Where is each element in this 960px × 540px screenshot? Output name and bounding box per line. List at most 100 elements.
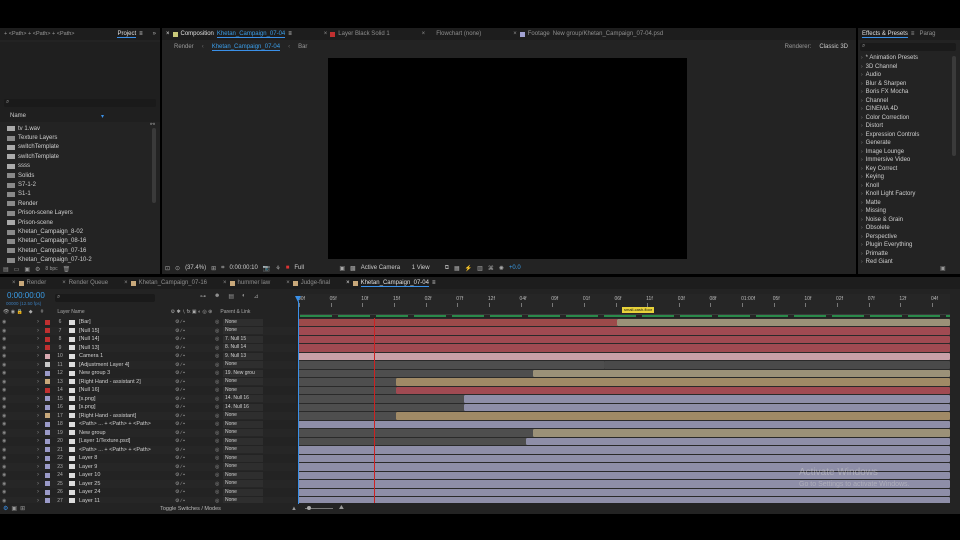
exposure-value[interactable]: +0.0 xyxy=(509,265,521,271)
layer-switches[interactable]: ⚙ ∕ ▪ xyxy=(175,447,215,453)
layer-name[interactable]: Layer 25 xyxy=(79,481,167,487)
tab-paragraph[interactable]: Parag xyxy=(919,31,935,37)
effect-category[interactable]: › Noise & Grain xyxy=(858,216,950,225)
project-column-header[interactable]: Name ▾ xyxy=(4,112,104,120)
timeline-tab[interactable]: × Khetan_Campaign_07-04 ≡ xyxy=(346,280,436,287)
layer-duration-bar[interactable] xyxy=(298,446,950,454)
camera-select[interactable]: Active Camera xyxy=(361,265,407,271)
layer-duration-bar[interactable] xyxy=(395,412,950,420)
effect-category[interactable]: › Distort xyxy=(858,122,950,131)
layer-name[interactable]: [Right Hand - assistant 2] xyxy=(79,379,167,385)
visibility-eye-icon[interactable]: ◉ xyxy=(2,353,10,359)
label-color-swatch[interactable] xyxy=(45,464,50,470)
mask-icon[interactable]: ⊙ xyxy=(175,265,180,272)
visibility-eye-icon[interactable]: ◉ xyxy=(2,455,10,461)
layer-switches[interactable]: ⚙ ∕ ▪ xyxy=(175,489,215,495)
visibility-eye-icon[interactable]: ◉ xyxy=(2,421,10,427)
layer-duration-bar[interactable] xyxy=(464,403,950,411)
layer-row[interactable]: ◉ › 20 [Layer 1/Texture.psd] ⚙ ∕ ▪ ◎ None xyxy=(0,437,296,446)
parent-pickwhip-icon[interactable]: ◎ xyxy=(215,370,223,376)
composition-canvas[interactable] xyxy=(328,58,687,259)
show-snapshot-icon[interactable]: ⚘ xyxy=(275,265,280,272)
project-item[interactable]: Render xyxy=(0,199,150,208)
label-color-swatch[interactable] xyxy=(45,396,50,402)
project-item[interactable]: S7-1-2 xyxy=(0,180,150,189)
project-item[interactable]: Khetan_Campaign_8-02 xyxy=(0,227,150,236)
layer-duration-bar[interactable] xyxy=(298,335,950,343)
layer-name[interactable]: [s.png] xyxy=(79,404,167,410)
parent-select[interactable]: 8. Null 14 xyxy=(223,344,263,352)
layer-switches[interactable]: ⚙ ∕ ▪ xyxy=(175,345,215,351)
parent-pickwhip-icon[interactable]: ◎ xyxy=(215,430,223,436)
effect-category[interactable]: › Key Correct xyxy=(858,165,950,174)
parent-pickwhip-icon[interactable]: ◎ xyxy=(215,489,223,495)
effect-category[interactable]: › Generate xyxy=(858,139,950,148)
visibility-eye-icon[interactable]: ◉ xyxy=(2,362,10,368)
layer-name[interactable]: <Path> ... + <Path> + <Path> xyxy=(79,447,167,453)
parent-pickwhip-icon[interactable]: ◎ xyxy=(215,379,223,385)
timeline-tab[interactable]: × Judge-final xyxy=(286,280,330,286)
menu-icon[interactable]: ≡ xyxy=(288,31,292,37)
effect-category[interactable]: › Perspective xyxy=(858,233,950,242)
layer-row[interactable]: ◉ › 13 [Right Hand - assistant 2] ⚙ ∕ ▪ ◎ None xyxy=(0,377,296,386)
close-icon[interactable]: × xyxy=(513,31,517,37)
layer-duration-bar[interactable] xyxy=(604,361,950,369)
comp-flowchart-icon[interactable]: ⊶ xyxy=(200,293,206,300)
layer-row[interactable]: ◉ › 16 [s.png] ⚙ ∕ ▪ ◎ 14. Null 16 xyxy=(0,403,296,412)
subtab-bar[interactable]: Bar xyxy=(298,44,307,50)
label-color-swatch[interactable] xyxy=(45,438,50,444)
parent-select[interactable]: 7. Null 15 xyxy=(223,335,263,343)
layer-switches[interactable]: ⚙ ∕ ▪ xyxy=(175,464,215,470)
parent-pickwhip-icon[interactable]: ◎ xyxy=(215,464,223,470)
parent-select[interactable]: None xyxy=(223,378,263,386)
timeline-tab[interactable]: × hummer law xyxy=(223,280,270,286)
parent-select[interactable]: None xyxy=(223,318,263,326)
layer-name-header[interactable]: Layer Name xyxy=(57,309,84,315)
label-color-swatch[interactable] xyxy=(45,379,50,385)
layer-switches[interactable]: ⚙ ∕ ▪ xyxy=(175,430,215,436)
project-item[interactable]: Prison-scene xyxy=(0,218,150,227)
effects-search-input[interactable]: ⌕ xyxy=(860,43,956,51)
label-color-swatch[interactable] xyxy=(45,447,50,453)
layer-switches[interactable]: ⚙ ∕ ▪ xyxy=(175,438,215,444)
parent-select[interactable]: None xyxy=(223,463,263,471)
layer-duration-bar[interactable] xyxy=(298,497,950,503)
expand-twirl-icon[interactable]: › xyxy=(37,472,43,478)
viewer-tab[interactable]: × Composition Khetan_Campaign_07-04 ≡ xyxy=(166,31,292,38)
layer-name[interactable]: New group xyxy=(79,430,167,436)
effect-category[interactable]: › Primatte xyxy=(858,250,950,259)
visibility-eye-icon[interactable]: ◉ xyxy=(2,430,10,436)
layer-row[interactable]: ◉ › 18 <Path> ... + <Path> + <Path> ⚙ ∕ ▪ ◎ No… xyxy=(0,420,296,429)
expand-twirl-icon[interactable]: › xyxy=(37,498,43,503)
parent-pickwhip-icon[interactable]: ◎ xyxy=(215,455,223,461)
transparency-icon[interactable]: ▩ xyxy=(350,265,356,272)
expand-twirl-icon[interactable]: › xyxy=(37,345,43,351)
timeline-tab[interactable]: × Render xyxy=(12,280,46,286)
layer-search-input[interactable]: ⌕ xyxy=(55,294,155,302)
label-color-swatch[interactable] xyxy=(45,455,50,461)
parent-select[interactable]: None xyxy=(223,488,263,496)
project-item[interactable]: ssss xyxy=(0,162,150,171)
frame-blend-icon[interactable]: ▤ xyxy=(228,293,234,300)
layer-switches[interactable]: ⚙ ∕ ▪ xyxy=(175,387,215,393)
project-item[interactable]: Prison-scene Layers xyxy=(0,209,150,218)
parent-select[interactable]: None xyxy=(223,429,263,437)
layout-icon[interactable]: ⧉ xyxy=(445,265,449,272)
expand-icon[interactable]: » xyxy=(153,31,156,37)
layer-duration-bar[interactable] xyxy=(526,437,950,445)
effect-category[interactable]: › Image Lounge xyxy=(858,148,950,157)
expand-twirl-icon[interactable]: › xyxy=(37,319,43,325)
parent-pickwhip-icon[interactable]: ◎ xyxy=(215,362,223,368)
layer-row[interactable]: ◉ › 21 <Path> ... + <Path> + <Path> ⚙ ∕ ▪ ◎ No… xyxy=(0,445,296,454)
expand-twirl-icon[interactable]: › xyxy=(37,455,43,461)
label-color-swatch[interactable] xyxy=(45,319,50,325)
visibility-eye-icon[interactable]: ◉ xyxy=(2,336,10,342)
layer-duration-bar[interactable] xyxy=(298,344,950,352)
parent-pickwhip-icon[interactable]: ◎ xyxy=(215,438,223,444)
viewer-tab[interactable]: × Layer Black Solid 1 xyxy=(324,31,390,37)
label-color-swatch[interactable] xyxy=(45,353,50,359)
expand-twirl-icon[interactable]: › xyxy=(37,481,43,487)
timecode-display[interactable]: 0:00:00:00 xyxy=(7,291,45,300)
parent-select[interactable]: None xyxy=(223,361,263,369)
effect-category[interactable]: › Channel xyxy=(858,97,950,106)
